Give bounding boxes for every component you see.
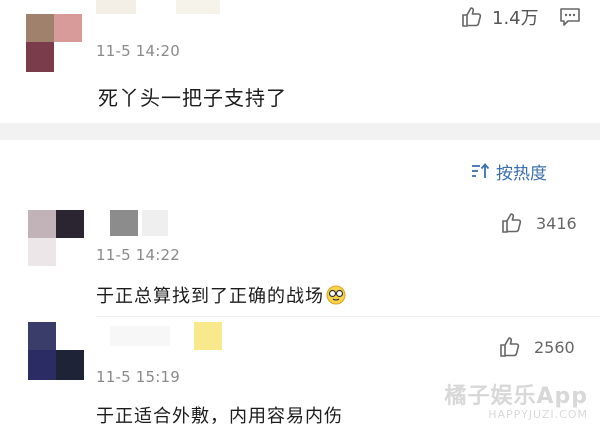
sort-by-heat-button[interactable]: 按热度 [470,158,547,184]
avatar[interactable] [28,322,84,380]
sort-icon [472,163,490,178]
glasses-face-emoji-icon [326,285,346,305]
thumbs-up-icon [500,337,520,357]
avatar[interactable] [26,14,82,74]
section-divider [0,123,600,140]
username-blurred[interactable] [110,210,180,238]
watermark-title: 橘子娱乐App [444,384,588,409]
like-count: 1.4万 [492,8,539,29]
like-count: 3416 [536,213,577,233]
sort-label: 按热度 [496,163,547,184]
username-blurred[interactable] [96,0,236,18]
comment-time: 11-5 14:22 [96,246,181,264]
comment-text: 于正总算找到了正确的战场 [96,282,346,308]
watermark-logo: 橘子娱乐App HAPPYJUZI.COM [444,378,588,421]
like-button[interactable]: 3416 [500,210,577,236]
comment-icon [560,8,580,26]
comment-time: 11-5 15:19 [96,368,181,386]
comment-time: 11-5 14:20 [96,42,181,60]
comment-text: 死丫头一把子支持了 [98,86,287,110]
list-item: 11-5 14:22 于正总算找到了正确的战场 3416 [0,200,600,312]
row-divider [96,316,600,317]
reply-button[interactable] [558,6,582,32]
like-button[interactable]: 1.4万 [460,4,539,30]
comment-text-content: 于正总算找到了正确的战场 [96,286,324,307]
like-count: 2560 [534,337,575,357]
username-blurred[interactable] [110,322,230,352]
like-button[interactable]: 2560 [498,334,575,360]
avatar[interactable] [28,210,84,268]
top-comment: 11-5 14:20 死丫头一把子支持了 1.4万 [0,0,600,123]
comment-text: 于正适合外敷，内用容易内伤 [96,406,343,427]
thumbs-up-icon [462,7,482,27]
thumbs-up-icon [502,213,522,233]
